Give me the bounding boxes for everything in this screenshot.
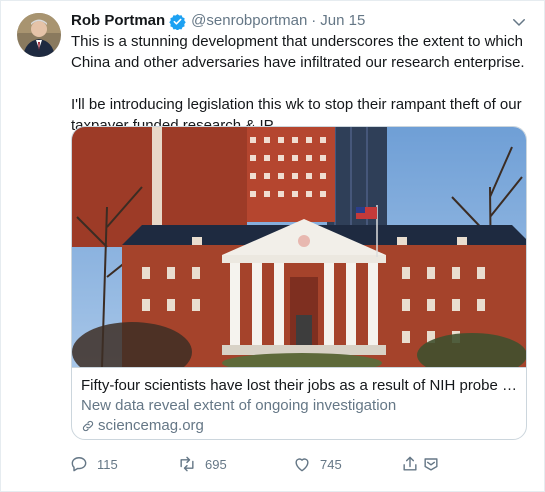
link-card[interactable]: Fifty-four scientists have lost their jo… (71, 126, 527, 440)
dm-icon[interactable] (421, 454, 441, 474)
reply-button[interactable]: 115 (69, 453, 118, 475)
retweet-count: 695 (205, 456, 227, 472)
tweet-header: Rob Portman @senrobportman · Jun 15 (71, 11, 528, 31)
card-description: New data reveal extent of ongoing invest… (81, 397, 397, 414)
tweet-text: This is a stunning development that unde… (71, 31, 530, 136)
like-icon (295, 458, 309, 472)
retweet-button[interactable]: 695 (177, 453, 227, 475)
avatar[interactable] (17, 13, 61, 57)
reply-icon (71, 457, 87, 472)
chevron-down-icon[interactable] (510, 13, 528, 31)
tweet[interactable]: Rob Portman @senrobportman · Jun 15 This… (0, 0, 545, 492)
tweet-paragraph: This is a stunning development that unde… (71, 33, 525, 71)
author-name[interactable]: Rob Portman (71, 11, 165, 31)
separator-dot: · (311, 12, 317, 29)
like-count: 745 (320, 456, 342, 472)
like-button[interactable]: 745 (292, 453, 342, 475)
share-icon (403, 456, 417, 471)
card-domain-row: sciencemag.org (81, 416, 518, 436)
tweet-date[interactable]: Jun 15 (320, 11, 365, 31)
card-title[interactable]: Fifty-four scientists have lost their jo… (81, 376, 518, 396)
retweet-icon (180, 456, 194, 472)
card-image[interactable] (72, 127, 527, 367)
card-domain: sciencemag.org (98, 417, 204, 434)
share-button[interactable] (400, 453, 441, 475)
verified-badge-icon (169, 13, 186, 30)
tweet-actions: 115 695 745 (67, 453, 528, 475)
author-handle[interactable]: @senrobportman (191, 11, 307, 31)
reply-count: 115 (97, 456, 118, 472)
card-meta[interactable]: Fifty-four scientists have lost their jo… (72, 367, 526, 439)
link-icon (82, 420, 94, 432)
